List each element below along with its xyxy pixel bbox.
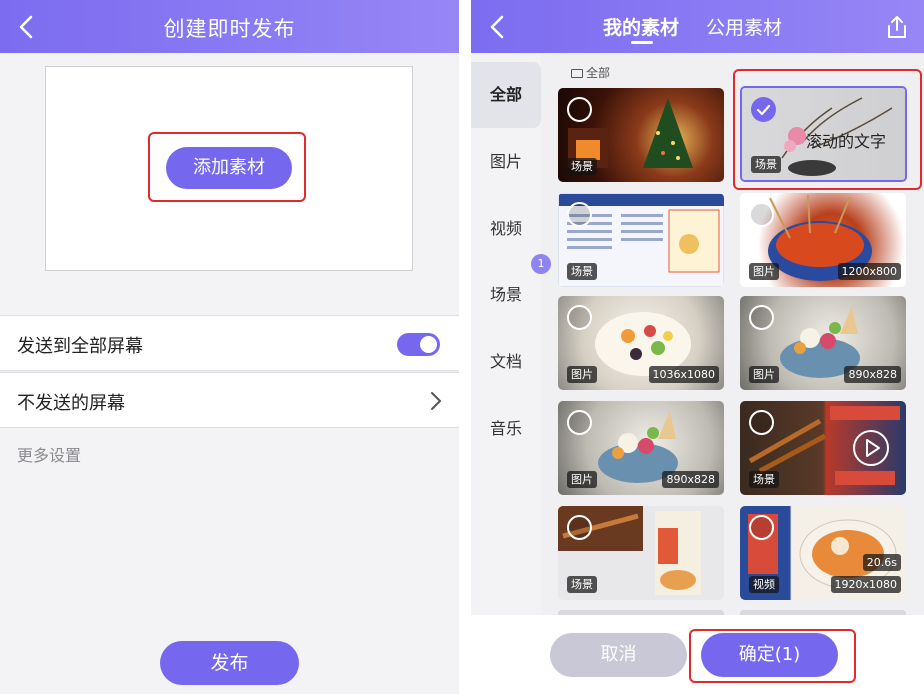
select-circle[interactable] — [749, 410, 774, 435]
excluded-screens-row[interactable]: 不发送的屏幕 — [0, 372, 459, 428]
action-bar: 取消 确定(1) — [471, 615, 924, 694]
publish-button[interactable]: 发布 — [160, 641, 299, 685]
material-card[interactable]: 场景 — [558, 193, 724, 287]
material-grid: 全部 场景 滚动的文字 场景 场景 图片 1200x800 图片 1036x10… — [541, 53, 924, 615]
select-circle[interactable] — [749, 305, 774, 330]
tab-my-materials[interactable]: 我的素材 — [603, 13, 679, 40]
material-picker-screen: 我的素材 公用素材 全部 图片 视频 场景 文档 音乐 全部 场景 滚动的文字 … — [471, 0, 924, 694]
category-music[interactable]: 音乐 — [471, 396, 541, 462]
chevron-left-icon — [490, 15, 504, 39]
type-tag: 图片 — [749, 366, 779, 383]
category-document[interactable]: 文档 — [471, 329, 541, 395]
send-all-screens-label: 发送到全部屏幕 — [17, 336, 143, 357]
material-card[interactable]: 场景 — [558, 88, 724, 182]
toggle-knob — [420, 336, 437, 353]
select-circle[interactable] — [567, 202, 592, 227]
check-icon — [756, 104, 771, 116]
category-sidebar: 全部 图片 视频 场景 文档 音乐 — [471, 62, 541, 622]
share-icon[interactable] — [884, 14, 910, 40]
send-all-screens-row: 发送到全部屏幕 — [0, 315, 459, 371]
type-tag: 场景 — [567, 158, 597, 175]
play-icon[interactable] — [852, 429, 890, 467]
resolution-tag: 1920x1080 — [830, 576, 901, 593]
selected-check[interactable] — [751, 97, 776, 122]
right-header: 我的素材 公用素材 — [471, 0, 924, 53]
select-circle[interactable] — [567, 97, 592, 122]
left-header: 创建即时发布 — [0, 0, 459, 53]
resolution-tag: 1036x1080 — [648, 366, 719, 383]
type-tag: 场景 — [567, 263, 597, 280]
confirm-button[interactable]: 确定(1) — [701, 633, 838, 677]
tab-public-materials[interactable]: 公用素材 — [706, 13, 782, 40]
breadcrumb-label: 全部 — [586, 66, 611, 80]
duration-tag: 20.6s — [862, 554, 901, 571]
material-card[interactable]: 场景 — [558, 506, 724, 600]
material-card[interactable]: 视频 20.6s 1920x1080 — [740, 506, 906, 600]
folder-icon — [571, 69, 583, 78]
type-tag: 场景 — [567, 576, 597, 593]
type-tag: 图片 — [749, 263, 779, 280]
create-publish-screen: 创建即时发布 添加素材 发送到全部屏幕 不发送的屏幕 更多设置 发布 — [0, 0, 459, 694]
more-settings-label[interactable]: 更多设置 — [17, 442, 81, 466]
resolution-tag: 890x828 — [662, 471, 719, 488]
select-circle[interactable] — [567, 305, 592, 330]
category-all[interactable]: 全部 — [471, 62, 541, 128]
type-tag: 图片 — [567, 366, 597, 383]
excluded-screens-label: 不发送的屏幕 — [17, 393, 125, 414]
material-card[interactable]: 图片 890x828 — [740, 296, 906, 390]
type-tag: 场景 — [751, 156, 781, 173]
material-card[interactable]: 图片 1036x1080 — [558, 296, 724, 390]
back-button[interactable] — [483, 12, 513, 42]
material-card-selected[interactable]: 滚动的文字 场景 — [740, 86, 907, 182]
select-circle[interactable] — [567, 410, 592, 435]
chevron-right-icon — [431, 392, 441, 410]
resolution-tag: 890x828 — [844, 366, 901, 383]
active-tab-indicator — [631, 41, 653, 44]
cancel-button[interactable]: 取消 — [550, 633, 687, 677]
material-card[interactable]: 图片 890x828 — [558, 401, 724, 495]
select-circle[interactable] — [749, 202, 774, 227]
category-scene[interactable]: 场景 — [471, 262, 541, 328]
type-tag: 场景 — [749, 471, 779, 488]
select-circle[interactable] — [749, 515, 774, 540]
scrolling-text-overlay: 滚动的文字 — [806, 132, 887, 151]
send-all-screens-toggle[interactable] — [397, 333, 440, 356]
add-material-button[interactable]: 添加素材 — [166, 147, 292, 189]
category-image[interactable]: 图片 — [471, 129, 541, 195]
material-card[interactable]: 图片 1200x800 — [740, 193, 906, 287]
breadcrumb: 全部 — [571, 64, 610, 81]
type-tag: 图片 — [567, 471, 597, 488]
page-title: 创建即时发布 — [163, 17, 296, 41]
select-circle[interactable] — [567, 515, 592, 540]
resolution-tag: 1200x800 — [837, 263, 901, 280]
selected-count-badge: 1 — [531, 254, 551, 274]
type-tag: 视频 — [749, 576, 779, 593]
category-video[interactable]: 视频 — [471, 196, 541, 262]
material-card[interactable]: 场景 — [740, 401, 906, 495]
